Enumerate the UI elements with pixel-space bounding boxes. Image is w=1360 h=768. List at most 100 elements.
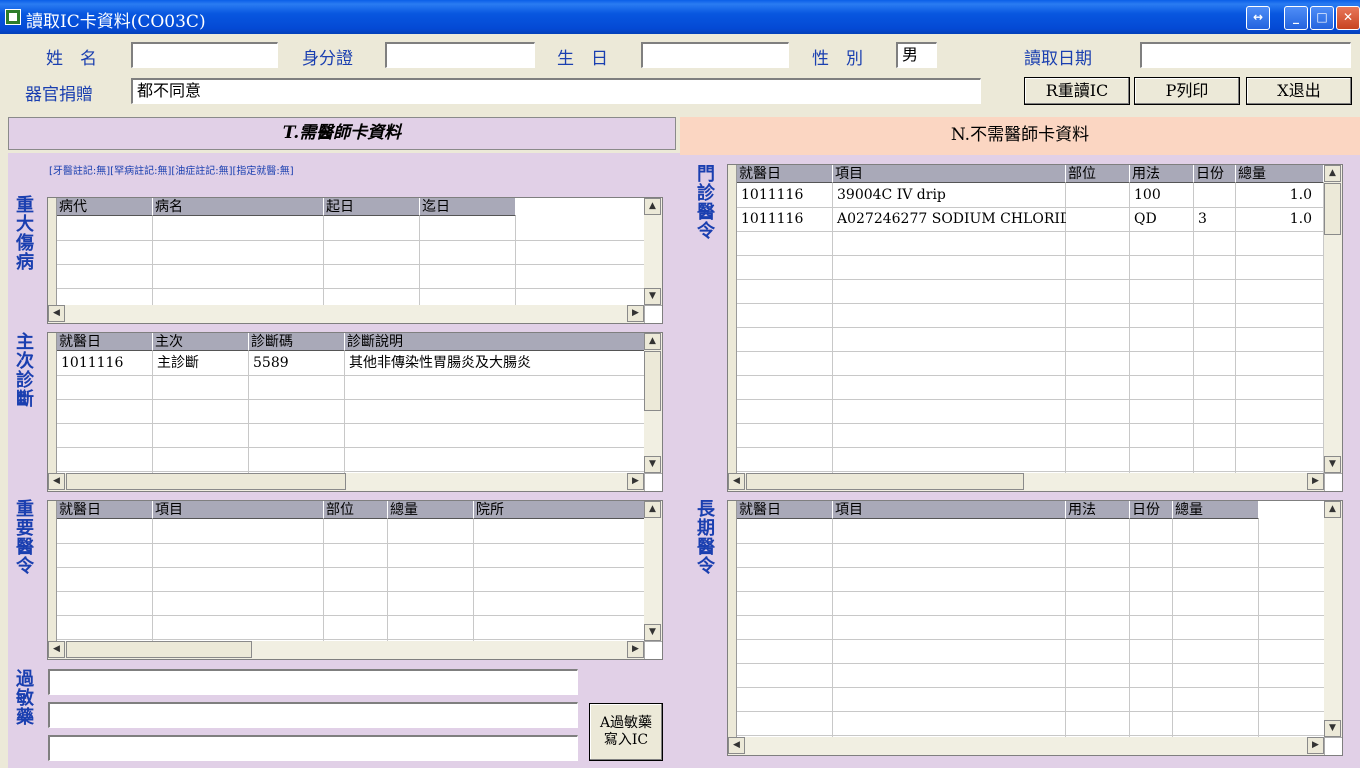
outpatient-orders-grid[interactable]: 就醫日 項目 部位 用法 日份 總量 1011116 39004C IV drip 100 1.0… — [727, 164, 1343, 492]
scroll-up-icon[interactable]: ▲ — [644, 501, 661, 518]
table-cell[interactable]: 39004C IV drip — [833, 184, 1066, 207]
birthday-field[interactable] — [641, 42, 789, 68]
scroll-down-icon[interactable]: ▼ — [1324, 456, 1341, 473]
table-cell[interactable] — [1066, 208, 1130, 231]
id-field[interactable] — [385, 42, 535, 68]
scroll-up-icon[interactable]: ▲ — [1324, 501, 1341, 518]
column-header[interactable]: 迄日 — [420, 198, 516, 216]
column-header[interactable]: 項目 — [833, 165, 1066, 183]
scroll-right-icon[interactable]: ▶ — [627, 641, 644, 658]
horizontal-scroll-thumb[interactable] — [746, 473, 1024, 490]
vertical-scrollbar[interactable]: ▲ ▼ — [644, 501, 662, 641]
scroll-left-icon[interactable]: ◀ — [728, 737, 745, 754]
table-cell[interactable]: 1.0 — [1236, 184, 1324, 207]
horizontal-scrollbar[interactable]: ◀ ▶ — [728, 473, 1324, 491]
vertical-scrollbar[interactable]: ▲ ▼ — [1324, 501, 1342, 737]
scroll-left-icon[interactable]: ◀ — [728, 473, 745, 490]
major-illness-grid[interactable]: 病代 病名 起日 迄日 ▲ ▼ ◀ ▶ — [47, 197, 663, 324]
vertical-scroll-thumb[interactable] — [1324, 183, 1341, 235]
scroll-right-icon[interactable]: ▶ — [1307, 737, 1324, 754]
table-cell[interactable]: 5589 — [249, 352, 345, 375]
scroll-down-icon[interactable]: ▼ — [1324, 720, 1341, 737]
column-header[interactable]: 主次 — [153, 333, 249, 351]
vertical-scroll-thumb[interactable] — [644, 351, 661, 411]
scroll-left-icon[interactable]: ◀ — [48, 473, 65, 490]
maximize-button[interactable]: □ — [1310, 6, 1334, 30]
table-cell[interactable]: 1011116 — [737, 208, 833, 231]
vertical-scrollbar[interactable]: ▲ ▼ — [644, 198, 662, 305]
column-header[interactable]: 就醫日 — [737, 501, 833, 519]
table-cell[interactable]: A027246277 SODIUM CHLORIDE — [833, 208, 1066, 231]
column-header[interactable]: 就醫日 — [737, 165, 833, 183]
column-header[interactable]: 診斷碼 — [249, 333, 345, 351]
gender-field[interactable]: 男 — [896, 42, 937, 68]
table-cell[interactable]: 1011116 — [737, 184, 833, 207]
important-orders-grid[interactable]: 就醫日 項目 部位 總量 院所 ▲ ▼ ◀ ▶ — [47, 500, 663, 660]
table-cell[interactable] — [1194, 184, 1236, 207]
scroll-down-icon[interactable]: ▼ — [644, 288, 661, 305]
column-header[interactable]: 日份 — [1194, 165, 1236, 183]
vertical-scrollbar[interactable]: ▲ ▼ — [644, 333, 662, 473]
vertical-scrollbar[interactable]: ▲ ▼ — [1324, 165, 1342, 473]
table-cell[interactable]: 3 — [1194, 208, 1236, 231]
column-header[interactable]: 總量 — [1173, 501, 1259, 519]
column-header[interactable]: 總量 — [1236, 165, 1324, 183]
restore-icon[interactable]: ↔ — [1246, 6, 1270, 30]
column-header[interactable]: 日份 — [1130, 501, 1173, 519]
reread-ic-button[interactable]: R重讀IC — [1024, 77, 1130, 105]
scroll-right-icon[interactable]: ▶ — [627, 473, 644, 490]
close-button[interactable]: ✕ — [1336, 6, 1360, 30]
scroll-up-icon[interactable]: ▲ — [644, 198, 661, 215]
scroll-up-icon[interactable]: ▲ — [644, 333, 661, 350]
table-cell[interactable]: 100 — [1130, 184, 1194, 207]
diagnosis-grid[interactable]: 就醫日 主次 診斷碼 診斷說明 1011116 主診斷 5589 其他非傳染性胃腸炎及大腸炎 ▲… — [47, 332, 663, 492]
allergy-field-3[interactable] — [48, 735, 578, 761]
column-header[interactable]: 部位 — [324, 501, 388, 519]
column-header[interactable]: 總量 — [388, 501, 474, 519]
scroll-right-icon[interactable]: ▶ — [627, 305, 644, 322]
column-header[interactable]: 診斷說明 — [345, 333, 645, 351]
scroll-right-icon[interactable]: ▶ — [1307, 473, 1324, 490]
horizontal-scrollbar[interactable]: ◀ ▶ — [48, 305, 644, 323]
organ-donation-field[interactable]: 都不同意 — [131, 78, 981, 104]
long-term-orders-grid[interactable]: 就醫日 項目 用法 日份 總量 ▲ ▼ ◀ ▶ — [727, 500, 1343, 756]
horizontal-scroll-thumb[interactable] — [66, 473, 346, 490]
table-cell[interactable]: 其他非傳染性胃腸炎及大腸炎 — [345, 352, 645, 375]
minimize-button[interactable]: _ — [1284, 6, 1308, 30]
table-cell[interactable]: 1.0 — [1236, 208, 1324, 231]
column-header[interactable]: 就醫日 — [57, 501, 153, 519]
column-header[interactable]: 病代 — [57, 198, 153, 216]
column-header[interactable]: 項目 — [833, 501, 1066, 519]
table-cell[interactable]: QD — [1130, 208, 1194, 231]
write-allergy-to-ic-button[interactable]: A過敏藥 寫入IC — [589, 703, 663, 761]
column-header[interactable]: 起日 — [324, 198, 420, 216]
allergy-field-2[interactable] — [48, 702, 578, 728]
column-header[interactable]: 項目 — [153, 501, 324, 519]
table-cell[interactable]: 主診斷 — [153, 352, 249, 375]
table-cell[interactable] — [1066, 184, 1130, 207]
scroll-down-icon[interactable]: ▼ — [644, 456, 661, 473]
allergy-field-1[interactable] — [48, 669, 578, 695]
scroll-down-icon[interactable]: ▼ — [644, 624, 661, 641]
read-date-field[interactable] — [1140, 42, 1351, 68]
tab-no-doctor-card-data[interactable]: N.不需醫師卡資料 — [680, 117, 1360, 155]
column-header[interactable]: 用法 — [1066, 501, 1130, 519]
exit-button[interactable]: X退出 — [1246, 77, 1352, 105]
column-header[interactable]: 病名 — [153, 198, 324, 216]
scroll-left-icon[interactable]: ◀ — [48, 641, 65, 658]
column-header[interactable]: 用法 — [1130, 165, 1194, 183]
tab-doctor-card-data[interactable]: T.需醫師卡資料 — [8, 117, 676, 150]
horizontal-scroll-thumb[interactable] — [66, 641, 252, 658]
name-field[interactable] — [131, 42, 278, 68]
section-label-char: 長 — [697, 499, 715, 520]
column-header[interactable]: 院所 — [474, 501, 654, 519]
column-header[interactable]: 就醫日 — [57, 333, 153, 351]
scroll-up-icon[interactable]: ▲ — [1324, 165, 1341, 182]
horizontal-scrollbar[interactable]: ◀ ▶ — [48, 641, 644, 659]
horizontal-scrollbar[interactable]: ◀ ▶ — [728, 737, 1324, 755]
print-button[interactable]: P列印 — [1134, 77, 1240, 105]
column-header[interactable]: 部位 — [1066, 165, 1130, 183]
scroll-left-icon[interactable]: ◀ — [48, 305, 65, 322]
table-cell[interactable]: 1011116 — [57, 352, 153, 375]
horizontal-scrollbar[interactable]: ◀ ▶ — [48, 473, 644, 491]
